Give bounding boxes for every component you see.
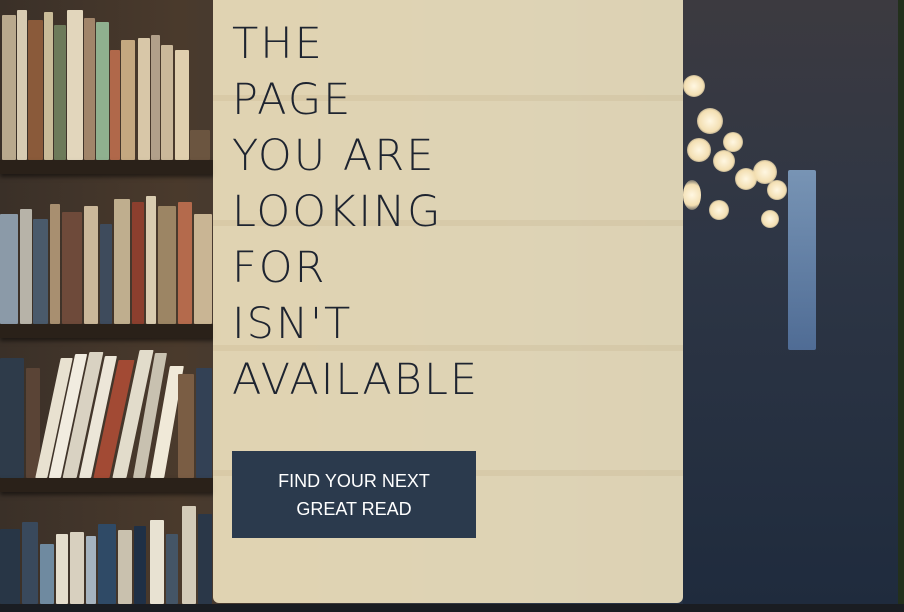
shelf-row-4 xyxy=(0,492,215,604)
book xyxy=(56,534,68,604)
book xyxy=(194,214,212,324)
book xyxy=(84,18,95,160)
book xyxy=(151,35,160,160)
book xyxy=(138,38,150,160)
book xyxy=(33,219,48,324)
page-title: THE PAGE YOU ARE LOOKING FOR ISN'T AVAIL… xyxy=(232,16,479,408)
book xyxy=(150,520,164,604)
book xyxy=(84,206,98,324)
book xyxy=(166,534,178,604)
book xyxy=(20,209,32,324)
book xyxy=(54,25,66,160)
book xyxy=(28,20,43,160)
light-bulb xyxy=(709,200,729,220)
book xyxy=(40,544,54,604)
book xyxy=(198,514,212,604)
book xyxy=(132,202,144,324)
book xyxy=(17,10,27,160)
light-bulb xyxy=(683,180,701,210)
page-title-line: AVAILABLE xyxy=(232,355,480,405)
book xyxy=(44,12,53,160)
book xyxy=(0,358,24,478)
book xyxy=(86,536,96,604)
shelf-plank xyxy=(0,160,215,174)
book xyxy=(50,204,60,324)
light-bulb xyxy=(713,150,735,172)
book xyxy=(175,50,189,160)
window-glow xyxy=(788,170,816,350)
book xyxy=(134,526,146,604)
book xyxy=(190,130,210,160)
shelf-plank xyxy=(0,324,215,338)
window-bottom-edge xyxy=(0,604,904,612)
light-bulb xyxy=(723,132,743,152)
light-bulb xyxy=(761,210,779,228)
page-title-line: FOR xyxy=(232,243,327,293)
page-title-line: YOU ARE xyxy=(232,131,436,181)
shelf-row-1 xyxy=(0,0,215,160)
book xyxy=(70,532,84,604)
book xyxy=(0,529,20,604)
page-title-line: LOOKING xyxy=(232,187,443,237)
book xyxy=(62,212,82,324)
book xyxy=(146,196,156,324)
book xyxy=(67,10,83,160)
shelf-plank xyxy=(0,478,215,492)
book xyxy=(22,522,38,604)
page-title-line: ISN'T xyxy=(232,299,353,349)
book xyxy=(110,50,120,160)
book xyxy=(114,199,130,324)
page-title-line: THE xyxy=(232,19,324,69)
book xyxy=(161,45,173,160)
light-bulb xyxy=(697,108,723,134)
book xyxy=(98,524,116,604)
book xyxy=(0,214,18,324)
right-blurred-shelves xyxy=(683,0,898,604)
light-bulb xyxy=(767,180,787,200)
book xyxy=(178,374,194,478)
book xyxy=(182,506,196,604)
book xyxy=(118,530,132,604)
light-bulb xyxy=(687,138,711,162)
page-title-line: PAGE xyxy=(232,75,353,125)
book xyxy=(96,22,109,160)
book xyxy=(158,206,176,324)
book xyxy=(2,15,16,160)
shelf-row-3 xyxy=(0,338,215,478)
left-bookshelf xyxy=(0,0,215,604)
find-next-read-button[interactable]: FIND YOUR NEXT GREAT READ xyxy=(232,451,476,538)
book xyxy=(121,40,135,160)
light-bulb xyxy=(683,75,705,97)
book xyxy=(196,368,212,478)
shelf-row-2 xyxy=(0,174,215,324)
book xyxy=(178,202,192,324)
error-message-panel: THE PAGE YOU ARE LOOKING FOR ISN'T AVAIL… xyxy=(213,0,683,603)
window-right-edge xyxy=(898,0,904,612)
book xyxy=(100,224,112,324)
